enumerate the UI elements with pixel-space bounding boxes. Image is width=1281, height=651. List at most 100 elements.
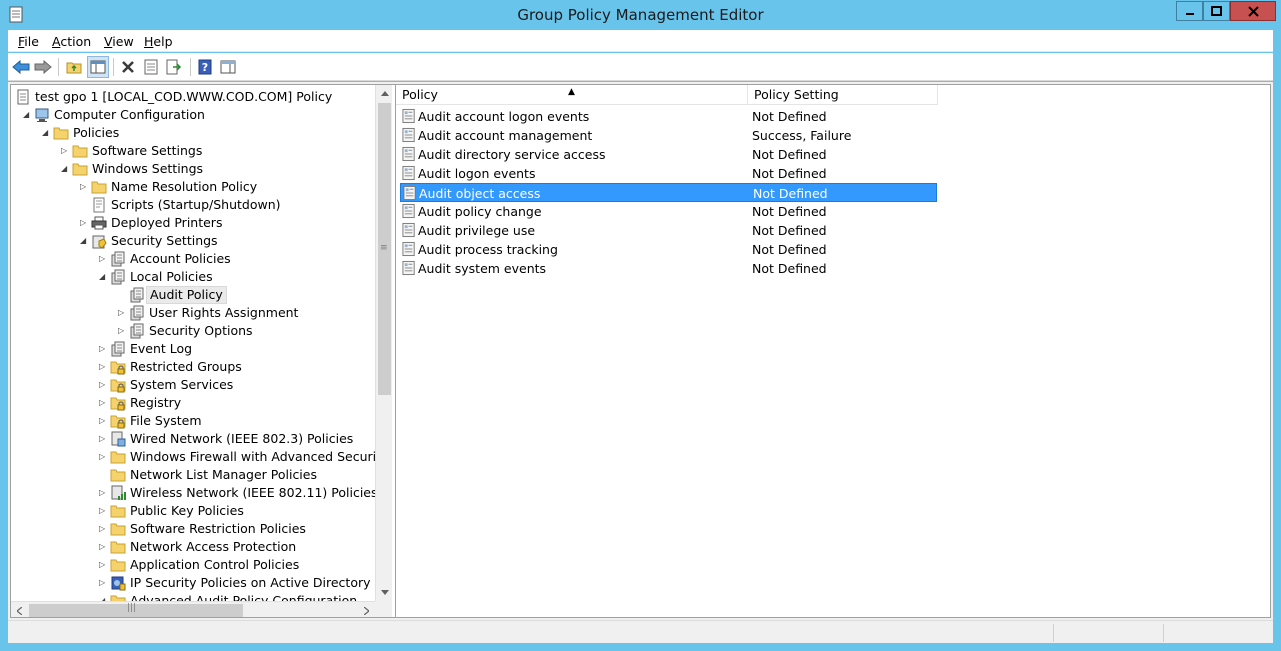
expand-arrow-icon[interactable]: ▷ [99,361,109,373]
expand-arrow-icon[interactable]: ▷ [99,577,109,589]
tree-vertical-scrollbar[interactable]: ≡ [375,85,392,601]
tree-item[interactable]: ▷ Application Control Policies [11,556,375,574]
policy-row[interactable]: Audit directory service access Not Define… [400,145,937,164]
expand-arrow-icon[interactable]: ▷ [118,307,128,319]
show-hide-console-tree-button[interactable] [87,56,109,78]
maximize-button[interactable] [1203,1,1230,21]
menu-view[interactable]: View [104,34,134,49]
tree-item[interactable]: ▷ Network Access Protection [11,538,375,556]
tree-item[interactable]: ▷ Event Log [11,340,375,358]
expand-arrow-icon[interactable]: ▷ [99,451,109,463]
tree-item[interactable]: ▷ Security Options [11,322,375,340]
expand-arrow-icon[interactable]: ▷ [99,415,109,427]
minimize-button[interactable] [1176,1,1203,21]
collapse-arrow-icon[interactable]: ◢ [42,127,52,139]
expand-arrow-icon[interactable]: ▷ [118,325,128,337]
expand-arrow-icon[interactable]: ▷ [99,253,109,265]
expand-arrow-icon[interactable]: ▷ [99,433,109,445]
tree-item[interactable]: ▷ Software Settings [11,142,375,160]
tree-item[interactable]: ▷ Account Policies [11,250,375,268]
close-button[interactable] [1230,1,1276,21]
menu-file[interactable]: File [18,34,39,49]
tree-item[interactable]: Scripts (Startup/Shutdown) [11,196,375,214]
expand-arrow-icon[interactable]: ▷ [99,523,109,535]
tree-item[interactable]: ▷ Wired Network (IEEE 802.3) Policies [11,430,375,448]
tree-item[interactable]: ◢ Local Policies [11,268,375,286]
policy-setting: Not Defined [752,242,827,257]
menu-action[interactable]: Action [52,34,91,49]
policy-row[interactable]: Audit object access Not Defined [400,183,937,202]
properties-button[interactable] [140,56,162,78]
column-header-policy-setting[interactable]: Policy Setting [748,85,938,105]
tree-item[interactable]: ▷ Name Resolution Policy [11,178,375,196]
expand-arrow-icon[interactable]: ▷ [99,487,109,499]
policy-book-icon [111,269,125,285]
tree-item[interactable]: ▷ Software Restriction Policies [11,520,375,538]
tree-item[interactable]: ◢ Windows Settings [11,160,375,178]
menu-help[interactable]: Help [144,34,173,49]
tree-item[interactable]: ◢ Security Settings [11,232,375,250]
scroll-up-button[interactable] [376,85,393,102]
collapse-arrow-icon[interactable]: ◢ [99,271,109,283]
forward-button[interactable] [32,56,54,78]
scroll-left-button[interactable] [11,602,28,617]
tree-item[interactable]: Audit Policy [11,286,375,304]
tree-item[interactable]: ▷ Registry [11,394,375,412]
expand-arrow-icon[interactable]: ▷ [80,181,90,193]
expand-arrow-icon[interactable]: ▷ [99,343,109,355]
tree-item[interactable]: test gpo 1 [LOCAL_COD.WWW.COD.COM] Polic… [11,88,375,106]
tree-item[interactable]: ◢ Policies [11,124,375,142]
expand-arrow-icon[interactable]: ▷ [99,559,109,571]
action-pane-button[interactable] [217,56,239,78]
tree-item[interactable]: ▷ System Services [11,376,375,394]
expand-arrow-icon[interactable]: ▷ [99,505,109,517]
tree-item[interactable]: ▷ Restricted Groups [11,358,375,376]
tree-item[interactable]: ◢ Advanced Audit Policy Configuration [11,592,375,601]
help-button[interactable]: ? [194,56,216,78]
delete-button[interactable] [117,56,139,78]
expand-arrow-icon[interactable]: ▷ [99,541,109,553]
tree-item[interactable]: ▷ Deployed Printers [11,214,375,232]
tree-item[interactable]: ▷ IP Security Policies on Active Director… [11,574,375,592]
chevron-down-icon [380,590,389,595]
column-header-policy[interactable]: Policy ▲ [396,85,748,105]
scroll-thumb[interactable]: ||| [29,603,243,617]
title-bar[interactable]: Group Policy Management Editor [0,0,1281,30]
tree-item[interactable]: ◢ Computer Configuration [11,106,375,124]
up-one-level-button[interactable] [63,56,85,78]
tree-item[interactable]: ▷ User Rights Assignment [11,304,375,322]
expand-arrow-icon[interactable]: ▷ [99,397,109,409]
tree-item[interactable]: ▷ File System [11,412,375,430]
collapse-arrow-icon[interactable]: ◢ [61,163,71,175]
export-list-button[interactable] [163,56,185,78]
grip-icon: ≡ [380,243,388,253]
chevron-up-icon [380,91,389,96]
tree-item-label: User Rights Assignment [149,305,299,320]
expand-arrow-icon[interactable]: ▷ [99,379,109,391]
back-button[interactable] [10,56,32,78]
policy-row[interactable]: Audit privilege use Not Defined [400,221,937,240]
collapse-arrow-icon[interactable]: ◢ [80,235,90,247]
scroll-down-button[interactable] [376,584,393,601]
expand-arrow-icon[interactable]: ▷ [80,217,90,229]
tree-view: test gpo 1 [LOCAL_COD.WWW.COD.COM] Polic… [11,85,375,601]
tree-item[interactable]: Network List Manager Policies [11,466,375,484]
collapse-arrow-icon[interactable]: ◢ [23,109,33,121]
tree-item[interactable]: ▷ Windows Firewall with Advanced Security [11,448,375,466]
tree-horizontal-scrollbar[interactable]: ||| [11,601,375,617]
policy-row[interactable]: Audit system events Not Defined [400,259,937,278]
scrollbar-corner [375,601,392,617]
policy-row[interactable]: Audit process tracking Not Defined [400,240,937,259]
policy-row[interactable]: Audit account logon events Not Defined [400,107,937,126]
policy-row[interactable]: Audit policy change Not Defined [400,202,937,221]
folder-icon [110,541,126,554]
policy-row[interactable]: Audit account management Success, Failure [400,126,937,145]
scroll-thumb[interactable]: ≡ [378,103,391,395]
policy-row[interactable]: Audit logon events Not Defined [400,164,937,183]
tree-item[interactable]: ▷ Wireless Network (IEEE 802.11) Policies [11,484,375,502]
policy-name: Audit directory service access [418,147,606,162]
tree-item-label: Software Restriction Policies [130,521,306,536]
expand-arrow-icon[interactable]: ▷ [61,145,71,157]
scroll-right-button[interactable] [358,602,375,617]
tree-item[interactable]: ▷ Public Key Policies [11,502,375,520]
